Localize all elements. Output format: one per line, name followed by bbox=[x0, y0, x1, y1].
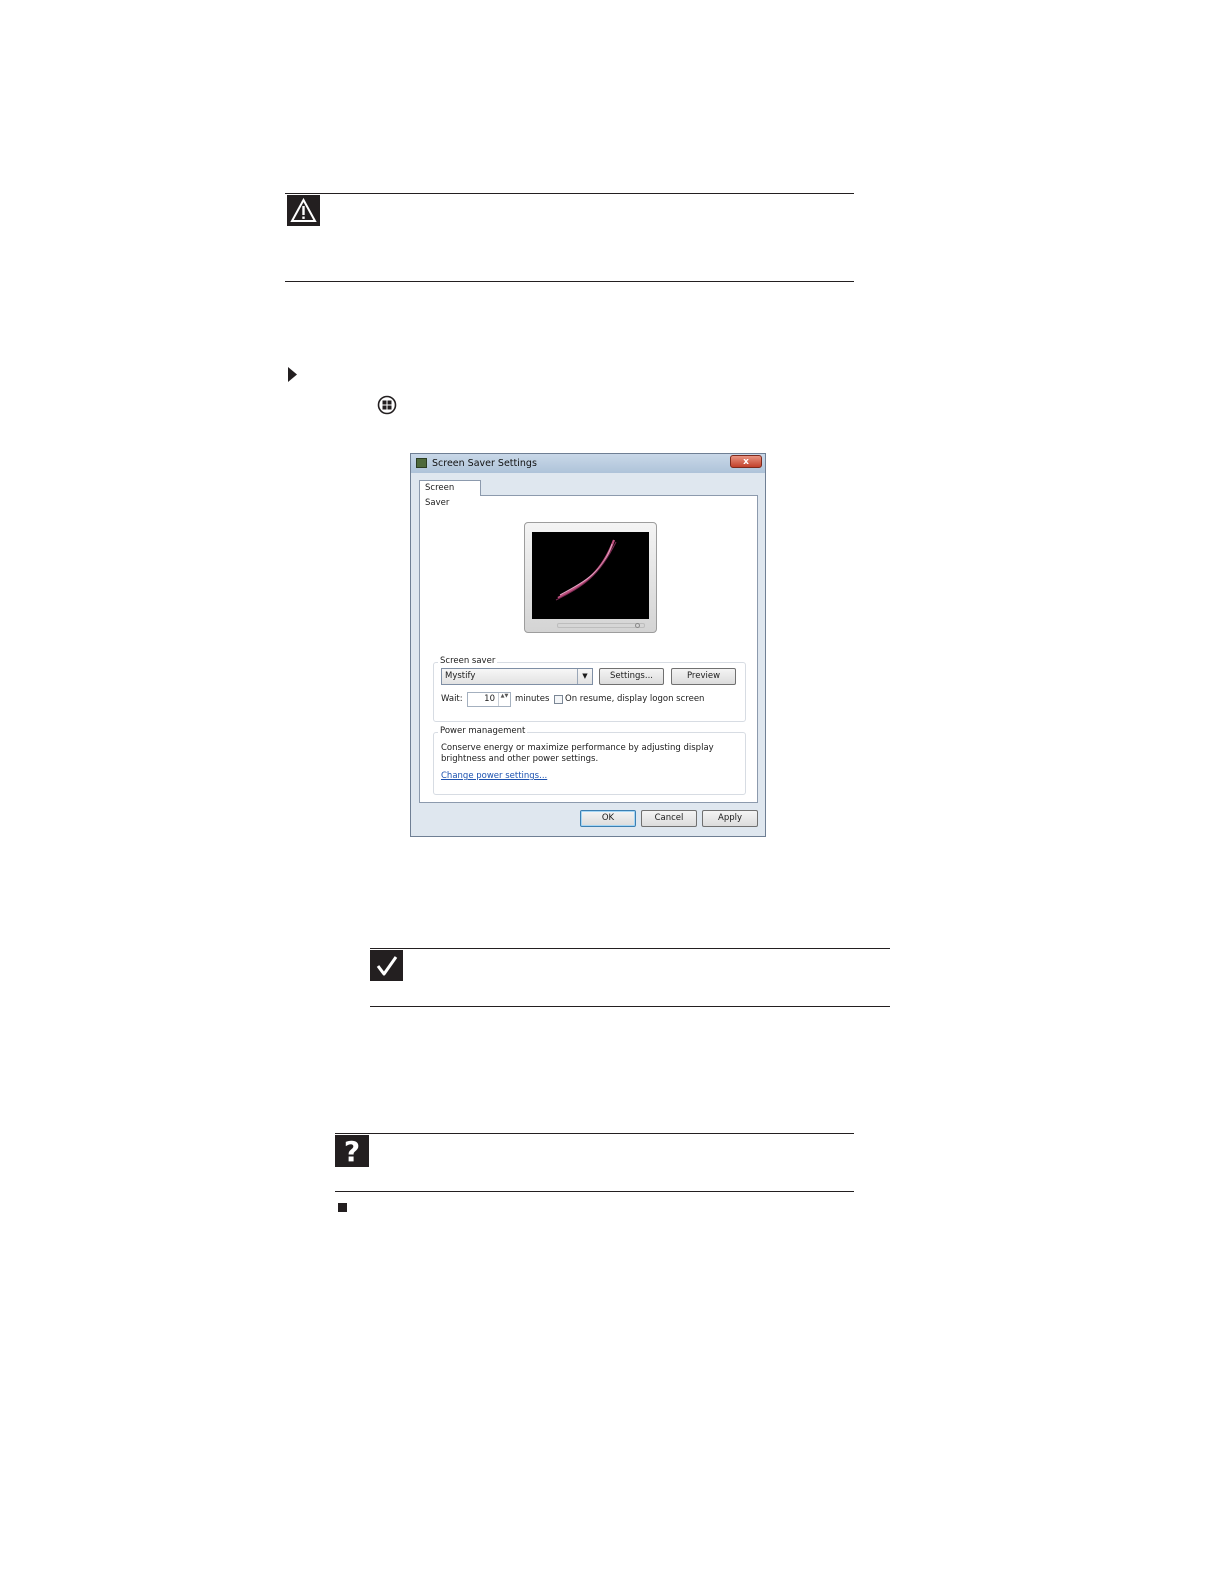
checkmark-icon bbox=[370, 950, 403, 981]
dialog-titlebar: Screen Saver Settings x bbox=[411, 454, 765, 473]
screen-saver-settings-dialog: Screen Saver Settings x Screen Saver Scr… bbox=[410, 453, 766, 837]
screen-saver-group-label: Screen saver bbox=[438, 656, 498, 666]
help-top-rule bbox=[335, 1133, 854, 1134]
monitor-preview bbox=[524, 522, 657, 633]
wait-label: Wait: bbox=[441, 694, 463, 704]
monitor-stand-strip bbox=[557, 623, 645, 628]
minutes-label: minutes bbox=[515, 694, 550, 704]
preview-screen bbox=[532, 532, 649, 619]
caution-top-rule bbox=[285, 193, 854, 194]
windows-start-icon bbox=[377, 395, 397, 420]
spin-arrows-icon[interactable]: ▲▼ bbox=[498, 693, 510, 706]
power-description: Conserve energy or maximize performance … bbox=[441, 743, 714, 764]
right-triangle-bullet bbox=[288, 367, 297, 387]
power-led-icon bbox=[635, 623, 640, 628]
ok-button[interactable]: OK bbox=[580, 810, 636, 827]
change-power-settings-link[interactable]: Change power settings... bbox=[441, 771, 547, 781]
resume-logon-label[interactable]: On resume, display logon screen bbox=[565, 694, 704, 704]
power-management-group-label: Power management bbox=[438, 726, 528, 736]
important-top-rule bbox=[370, 948, 890, 949]
important-bottom-rule bbox=[370, 1006, 890, 1007]
help-bottom-rule bbox=[335, 1191, 854, 1192]
settings-button[interactable]: Settings... bbox=[599, 668, 664, 685]
warning-triangle-icon bbox=[287, 195, 320, 226]
resume-logon-checkbox[interactable] bbox=[554, 695, 563, 704]
wait-minutes-value: 10 bbox=[484, 694, 495, 704]
control-panel-icon bbox=[416, 458, 427, 468]
tab-screen-saver[interactable]: Screen Saver bbox=[419, 480, 481, 508]
close-button[interactable]: x bbox=[730, 455, 762, 468]
chevron-down-icon[interactable]: ▼ bbox=[577, 669, 592, 684]
screen-saver-select-value: Mystify bbox=[445, 671, 476, 681]
square-end-mark bbox=[338, 1203, 347, 1212]
question-mark-icon: ? bbox=[335, 1135, 369, 1168]
cancel-button[interactable]: Cancel bbox=[641, 810, 697, 827]
wait-minutes-stepper[interactable]: 10 ▲▼ bbox=[467, 692, 511, 707]
dialog-title: Screen Saver Settings bbox=[432, 458, 537, 469]
caution-bottom-rule bbox=[285, 281, 854, 282]
apply-button[interactable]: Apply bbox=[702, 810, 758, 827]
screen-saver-select[interactable]: Mystify ▼ bbox=[441, 668, 593, 685]
screen-saver-panel: Screen saver Mystify ▼ Settings... Previ… bbox=[419, 495, 758, 803]
preview-button[interactable]: Preview bbox=[671, 668, 736, 685]
